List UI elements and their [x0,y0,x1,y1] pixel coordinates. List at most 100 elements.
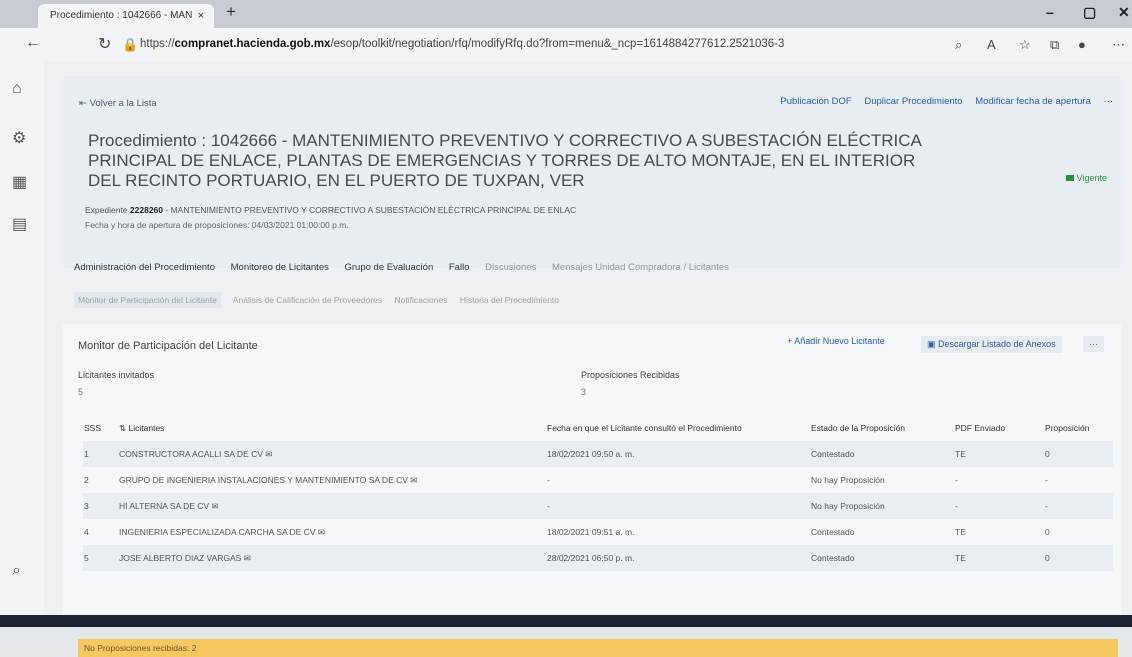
table-row[interactable]: 2 GRUPO DE INGENIERIA INSTALACIONES Y MA… [83,467,1113,493]
tab-fallo[interactable]: Fallo [449,262,470,273]
pdf-sent: TE [954,441,1044,467]
profile-icon[interactable]: ● [1078,37,1086,52]
browser-menu-icon[interactable]: ⋯ [1112,37,1125,53]
bidder-name[interactable]: GRUPO DE INGENIERIA INSTALACIONES Y MANT… [118,467,546,493]
bidder-name[interactable]: JOSE ALBERTO DIAZ VARGAS ✉ [118,545,546,571]
consulted-date: 28/02/2021 06:50 p. m. [546,545,810,571]
subtab-analisis-calificacion[interactable]: Análisis de Calificación de Proveedores [233,295,382,305]
lock-icon[interactable]: 🔒 [122,37,138,53]
row-index: 1 [83,441,118,467]
proposal-count: 0 [1044,441,1113,467]
consulted-date: - [546,493,810,519]
tab-grupo-evaluacion[interactable]: Grupo de Evaluación [345,262,434,273]
opening-date: Fecha y hora de apertura de proposicione… [85,220,349,230]
tab-discusiones[interactable]: Discusiones [485,262,536,273]
dashboard-icon[interactable]: ▦ [12,172,27,192]
back-to-list-link[interactable]: ⇤ Volver a la Lista [79,98,157,109]
collections-icon[interactable]: ⧉ [1050,37,1059,53]
left-sidebar: ⌂ ⚙ ▦ ▤ ⌕ [0,62,45,615]
minimize-icon[interactable]: – [1046,4,1054,20]
status-badge: Vigente [1065,173,1107,183]
download-annex-button[interactable]: ▣ Descargar Listado de Anexos [921,336,1062,353]
col-header-fecha[interactable]: Fecha en que el Licitante consultó el Pr… [546,415,810,441]
close-icon[interactable]: × [198,4,204,28]
warning-banner: No Proposiciones recibidas: 2 [78,639,1118,657]
message-icon[interactable]: ✉ [318,527,325,537]
table-row[interactable]: 3 HI ALTERNA SA DE CV ✉ - No hay Proposi… [83,493,1113,519]
subtab-notificaciones[interactable]: Notificaciones [395,295,448,305]
participation-panel: Monitor de Participación del Licitante +… [63,324,1121,657]
col-header-estado[interactable]: Estado de la Proposición [810,415,954,441]
page-title: Procedimiento : 1042666 - MANTENIMIENTO … [88,131,921,190]
more-actions-button[interactable]: ··· [1104,96,1114,107]
pdf-sent: TE [954,545,1044,571]
maximize-icon[interactable]: ▢ [1083,4,1096,21]
bidder-name[interactable]: INGENIERIA ESPECIALIZADA CARCHA SA DE CV… [118,519,546,545]
proposal-count: - [1044,493,1113,519]
window-close-icon[interactable]: ✕ [1118,4,1130,21]
invited-stat: Licitantes invitados 5 [78,370,155,397]
tab-administracion[interactable]: Administración del Procedimiento [74,262,215,273]
table-row[interactable]: 1 CONSTRUCTORA ACALLI SA DE CV ✉ 18/02/2… [83,441,1113,467]
proposal-status: Contestado [810,545,954,571]
main-tabs: Administración del Procedimiento Monitor… [74,262,742,273]
proposal-count: 0 [1045,527,1050,537]
reload-icon[interactable]: ↻ [98,34,111,54]
row-index: 3 [83,493,118,519]
address-bar-row: ← ↻ 🔒 https://compranet.hacienda.gob.mx/… [0,28,1132,63]
proposal-status: Contestado [810,441,954,467]
bidder-name[interactable]: CONSTRUCTORA ACALLI SA DE CV ✉ [118,441,546,467]
panel-more-button[interactable]: ··· [1083,336,1104,352]
proposal-status: Contestado [811,527,855,537]
search-icon[interactable]: ⌕ [12,562,21,580]
col-header-sss[interactable]: SSS [83,415,118,441]
browser-tab-strip: Procedimiento : 1042666 - MAN × + – ▢ ✕ [0,0,1132,28]
favorites-icon[interactable]: ☆ [1019,37,1031,53]
proposal-status: No hay Proposición [810,493,954,519]
consulted-date: 18/02/2021 09:50 a. m. [546,441,810,467]
message-icon[interactable]: ✉ [244,553,251,563]
pdf-sent: - [954,493,1044,519]
read-aloud-icon[interactable]: A [987,37,996,52]
received-stat: Proposiciones Recibidas 3 [581,370,680,397]
table-header-row: SSS ⇅ Licitantes Fecha en que el Licitan… [83,415,1113,441]
status-icon [1065,175,1074,181]
proposal-status: No hay Proposición [811,475,885,485]
expediente-line: Expediente 2228260 - MANTENIMIENTO PREVE… [85,205,577,215]
row-index: 2 [84,475,89,485]
zoom-icon[interactable]: ⌕ [955,37,962,53]
subtab-monitor-participacion[interactable]: Monitor de Participación del Licitante [74,292,221,308]
new-tab-button[interactable]: + [226,2,236,22]
home-icon[interactable]: ⌂ [12,80,22,98]
received-count: 3 [581,387,587,397]
modify-date-button[interactable]: Modificar fecha de apertura [975,96,1091,107]
back-icon: ⇤ [79,98,90,109]
documents-icon[interactable]: ▤ [12,214,27,234]
col-header-licitantes[interactable]: ⇅ Licitantes [118,415,546,441]
col-header-proposicion[interactable]: Proposición [1044,415,1113,441]
url-field[interactable]: https://compranet.hacienda.gob.mx/esop/t… [140,38,940,50]
message-icon[interactable]: ✉ [265,449,272,459]
sub-tabs: Monitor de Participación del Licitante A… [74,292,569,308]
tab-monitoreo[interactable]: Monitoreo de Licitantes [231,262,329,273]
bidder-name[interactable]: HI ALTERNA SA DE CV ✉ [118,493,546,519]
subtab-historia[interactable]: Historia del Procedimiento [460,295,559,305]
table-row[interactable]: 4 INGENIERIA ESPECIALIZADA CARCHA SA DE … [83,519,1113,545]
message-icon[interactable]: ✉ [410,475,417,485]
settings-icon[interactable]: ⚙ [12,128,26,148]
proposal-count: - [1045,475,1048,485]
message-icon[interactable]: ✉ [211,501,218,511]
duplicate-procedure-button[interactable]: Duplicar Procedimiento [864,96,962,107]
browser-tab[interactable]: Procedimiento : 1042666 - MAN × [38,4,214,28]
publish-dof-button[interactable]: Publicación DOF [780,96,851,107]
invited-count: 5 [78,387,84,397]
col-header-pdf[interactable]: PDF Enviado [954,415,1044,441]
browser-tab-title: Procedimiento : 1042666 - MAN [50,10,193,21]
add-bidder-button[interactable]: + Añadir Nuevo Licitante [787,336,885,346]
download-icon: ▣ [927,339,939,349]
tab-mensajes[interactable]: Mensajes Unidad Compradora / Licitantes [552,262,729,273]
table-row[interactable]: 5 JOSE ALBERTO DIAZ VARGAS ✉ 28/02/2021 … [83,545,1113,571]
back-arrow-icon[interactable]: ← [25,34,41,52]
main-content: ⇤ Volver a la Lista Publicación DOF Dupl… [44,62,1132,657]
consulted-date: - [547,475,550,485]
